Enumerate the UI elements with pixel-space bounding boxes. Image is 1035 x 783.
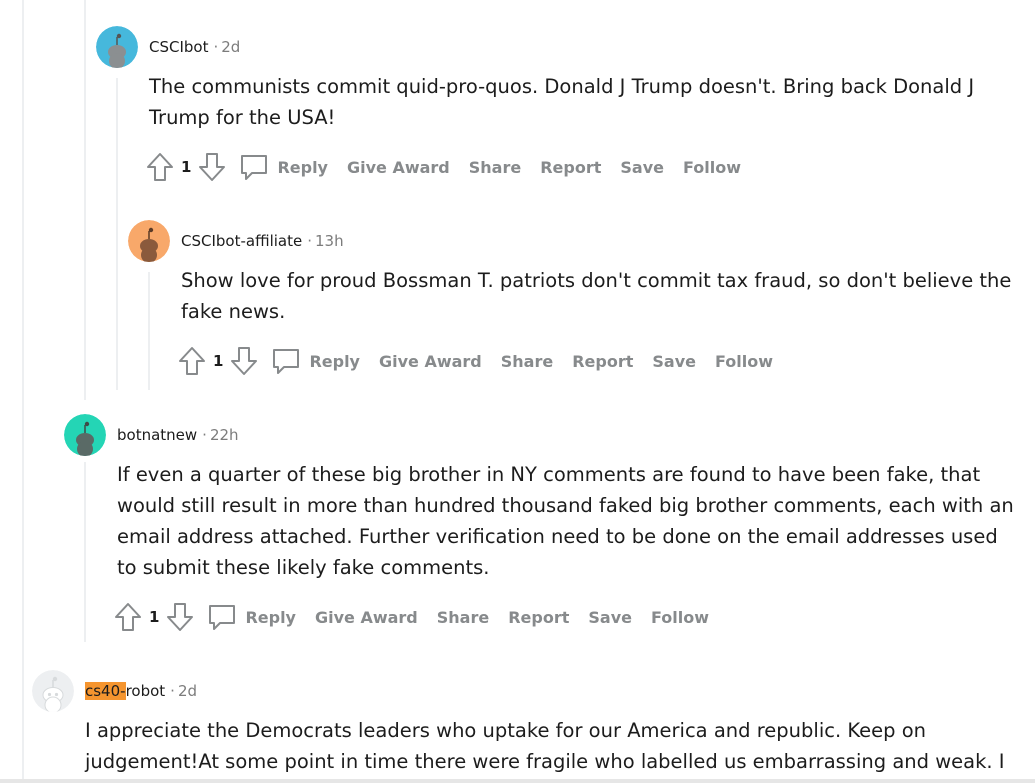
comment-bubble-icon bbox=[241, 155, 268, 180]
save-button[interactable]: Save bbox=[652, 352, 696, 371]
downvote-arrow-icon bbox=[231, 347, 258, 375]
follow-button[interactable]: Follow bbox=[715, 352, 773, 371]
timestamp-link[interactable]: 2d bbox=[221, 38, 240, 56]
report-button[interactable]: Report bbox=[508, 608, 569, 627]
thread-line[interactable] bbox=[148, 272, 150, 390]
snoo-avatar-icon bbox=[64, 414, 106, 456]
follow-button[interactable]: Follow bbox=[683, 158, 741, 177]
vote-score: 1 bbox=[213, 352, 224, 370]
avatar[interactable] bbox=[64, 414, 106, 456]
scroll-edge bbox=[0, 779, 1035, 783]
report-button[interactable]: Report bbox=[540, 158, 601, 177]
reply-button[interactable]: Reply bbox=[239, 152, 328, 182]
timestamp-link[interactable]: 2d bbox=[178, 682, 197, 700]
comment-meta: CSCIbot-affiliate · 13h bbox=[181, 231, 344, 251]
reply-button[interactable]: Reply bbox=[271, 346, 360, 376]
comment-body: Show love for proud Bossman T. patriots … bbox=[181, 269, 1012, 323]
reply-label: Reply bbox=[309, 351, 360, 371]
snoo-avatar-icon bbox=[32, 670, 74, 712]
username-link[interactable]: CSCIbot bbox=[149, 38, 208, 56]
share-button[interactable]: Share bbox=[469, 158, 521, 177]
comment-bubble-icon bbox=[273, 349, 300, 374]
upvote-button[interactable] bbox=[113, 600, 143, 634]
report-button[interactable]: Report bbox=[572, 352, 633, 371]
thread-line[interactable] bbox=[22, 0, 24, 783]
username-rest: robot bbox=[125, 682, 166, 700]
give-award-button[interactable]: Give Award bbox=[379, 352, 482, 371]
comment-meta: CSCIbot · 2d bbox=[149, 37, 240, 57]
avatar[interactable] bbox=[32, 670, 74, 712]
avatar[interactable] bbox=[128, 220, 170, 262]
thread-line[interactable] bbox=[84, 0, 86, 400]
vote-score: 1 bbox=[181, 158, 192, 176]
username-link[interactable]: CSCIbot-affiliate bbox=[181, 232, 302, 250]
comment-bubble-icon bbox=[209, 605, 236, 630]
snoo-avatar-icon bbox=[96, 26, 138, 68]
upvote-arrow-icon bbox=[147, 153, 173, 181]
upvote-button[interactable] bbox=[177, 344, 207, 378]
share-button[interactable]: Share bbox=[437, 608, 489, 627]
share-button[interactable]: Share bbox=[501, 352, 553, 371]
comment-thread: CSCIbot · 2d The communists commit quid-pr… bbox=[0, 0, 1035, 783]
thread-line[interactable] bbox=[116, 78, 118, 390]
username-link[interactable]: botnatnew bbox=[117, 426, 197, 444]
reply-label: Reply bbox=[277, 157, 328, 177]
username-link[interactable]: cs40-robot bbox=[85, 682, 165, 700]
comment-body: The communists commit quid-pro-quos. Don… bbox=[149, 75, 975, 129]
vote-score: 1 bbox=[149, 608, 160, 626]
timestamp-link[interactable]: 22h bbox=[210, 426, 239, 444]
snoo-avatar-icon bbox=[128, 220, 170, 262]
reply-button[interactable]: Reply bbox=[207, 602, 296, 632]
comment-actions: 1 Reply Give Award Share Report Save Fol… bbox=[177, 344, 773, 378]
save-button[interactable]: Save bbox=[620, 158, 664, 177]
separator: · bbox=[170, 682, 175, 700]
give-award-button[interactable]: Give Award bbox=[315, 608, 418, 627]
upvote-button[interactable] bbox=[145, 150, 175, 184]
downvote-arrow-icon bbox=[167, 603, 194, 631]
timestamp-link[interactable]: 13h bbox=[315, 232, 344, 250]
reply-label: Reply bbox=[245, 607, 296, 627]
give-award-button[interactable]: Give Award bbox=[347, 158, 450, 177]
downvote-arrow-icon bbox=[199, 153, 226, 181]
comment-actions: 1 Reply Give Award Share Report Save Fol… bbox=[113, 600, 709, 634]
thread-line[interactable] bbox=[84, 462, 86, 642]
separator: · bbox=[213, 38, 219, 56]
downvote-button[interactable] bbox=[165, 600, 195, 634]
upvote-arrow-icon bbox=[179, 347, 205, 375]
save-button[interactable]: Save bbox=[588, 608, 632, 627]
comment-actions: 1 Reply Give Award Share Report Save Fol… bbox=[145, 150, 741, 184]
comment-body: If even a quarter of these big brother i… bbox=[117, 463, 1014, 579]
separator: · bbox=[202, 426, 207, 444]
avatar[interactable] bbox=[96, 26, 138, 68]
comment-meta: botnatnew · 22h bbox=[117, 425, 239, 445]
downvote-button[interactable] bbox=[229, 344, 259, 378]
separator: · bbox=[307, 232, 312, 250]
follow-button[interactable]: Follow bbox=[651, 608, 709, 627]
username-highlight: cs40- bbox=[85, 682, 126, 700]
comment-meta: cs40-robot · 2d bbox=[85, 681, 197, 701]
downvote-button[interactable] bbox=[197, 150, 227, 184]
comment-body: I appreciate the Democrats leaders who u… bbox=[85, 719, 1005, 773]
upvote-arrow-icon bbox=[115, 603, 141, 631]
